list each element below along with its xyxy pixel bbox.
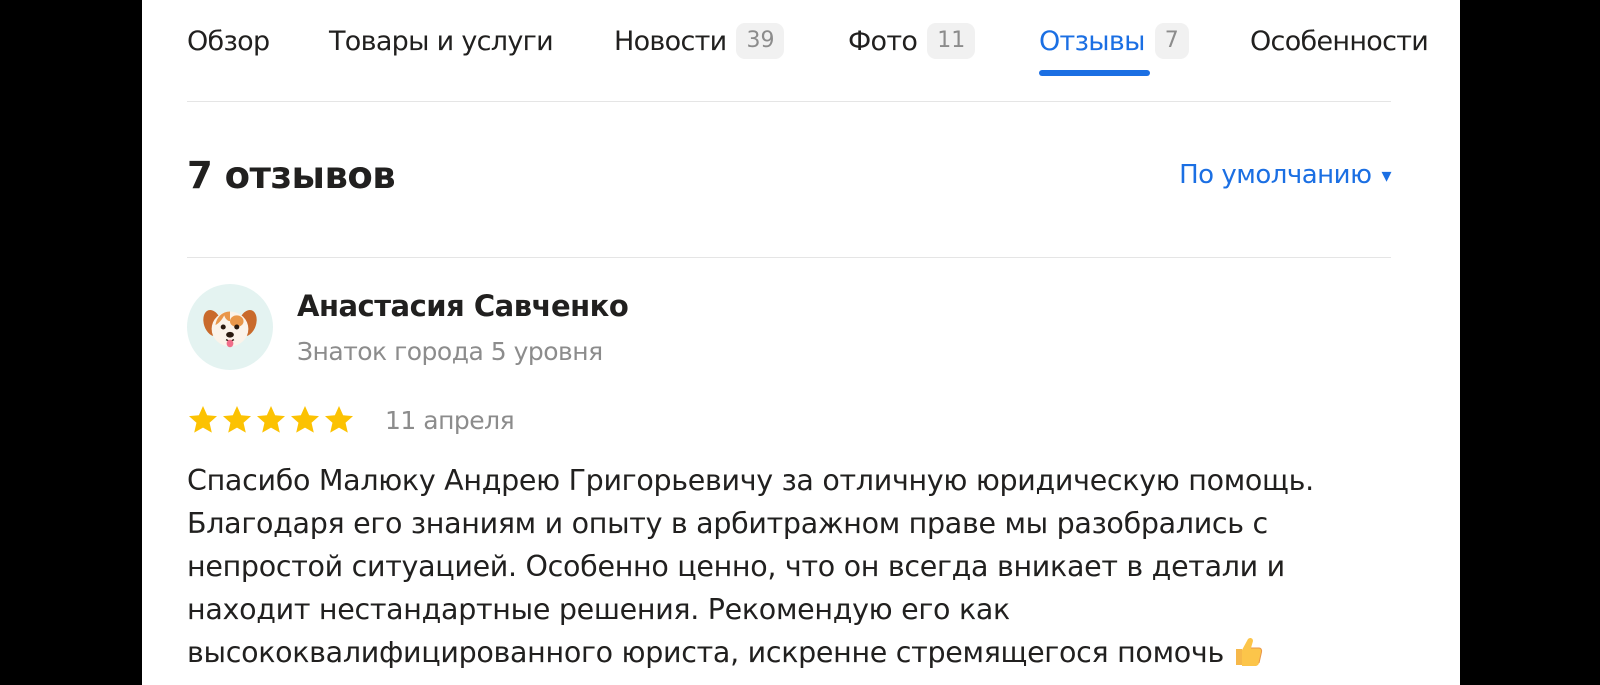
- sort-label: По умолчанию: [1179, 160, 1372, 190]
- tab-news[interactable]: Новости 39: [614, 21, 785, 61]
- tab-count-badge: 39: [736, 23, 785, 59]
- tab-label: Обзор: [187, 25, 270, 57]
- rating-stars: [187, 404, 355, 436]
- author-name[interactable]: Анастасия Савченко: [297, 289, 629, 323]
- active-tab-indicator: [1039, 70, 1150, 76]
- caret-down-icon: ▾: [1381, 163, 1391, 187]
- tab-label: Особенности: [1250, 25, 1429, 57]
- thumbs-up-icon: [1230, 634, 1264, 680]
- author-level: Знаток города 5 уровня: [297, 337, 603, 366]
- star-filled-icon: [189, 406, 217, 433]
- review-text-content: Спасибо Малюку Андрею Григорьевичу за от…: [187, 464, 1314, 669]
- tab-label: Фото: [848, 25, 918, 57]
- tab-label: Отзывы: [1039, 25, 1145, 57]
- content-area: Обзор Товары и услуги Новости 39 Фото 11…: [187, 0, 1429, 685]
- avatar[interactable]: [187, 284, 273, 370]
- reviews-count-title: 7 отзывов: [187, 154, 396, 197]
- sort-dropdown[interactable]: По умолчанию ▾: [1179, 160, 1391, 190]
- star-filled-icon: [291, 406, 319, 433]
- header-divider: [187, 257, 1391, 258]
- tab-count-badge: 11: [927, 23, 976, 59]
- tab-bar: Обзор Товары и услуги Новости 39 Фото 11…: [187, 0, 1460, 80]
- tab-count-badge: 7: [1154, 23, 1189, 59]
- review-date: 11 апреля: [385, 406, 515, 435]
- star-filled-icon: [223, 406, 251, 433]
- tab-products-services[interactable]: Товары и услуги: [329, 21, 554, 61]
- review-text: Спасибо Малюку Андрею Григорьевичу за от…: [187, 459, 1387, 680]
- tab-label: Товары и услуги: [329, 25, 554, 57]
- star-filled-icon: [257, 406, 285, 433]
- review-panel: Обзор Товары и услуги Новости 39 Фото 11…: [142, 0, 1460, 685]
- dog-face-icon: [203, 309, 257, 348]
- star-filled-icon: [325, 406, 353, 433]
- tabs-divider: [187, 101, 1391, 102]
- tab-photos[interactable]: Фото 11: [848, 21, 976, 61]
- tab-label: Новости: [614, 25, 727, 57]
- tab-overview[interactable]: Обзор: [187, 21, 270, 61]
- tab-reviews[interactable]: Отзывы 7: [1039, 21, 1189, 76]
- tab-features[interactable]: Особенности: [1250, 21, 1429, 61]
